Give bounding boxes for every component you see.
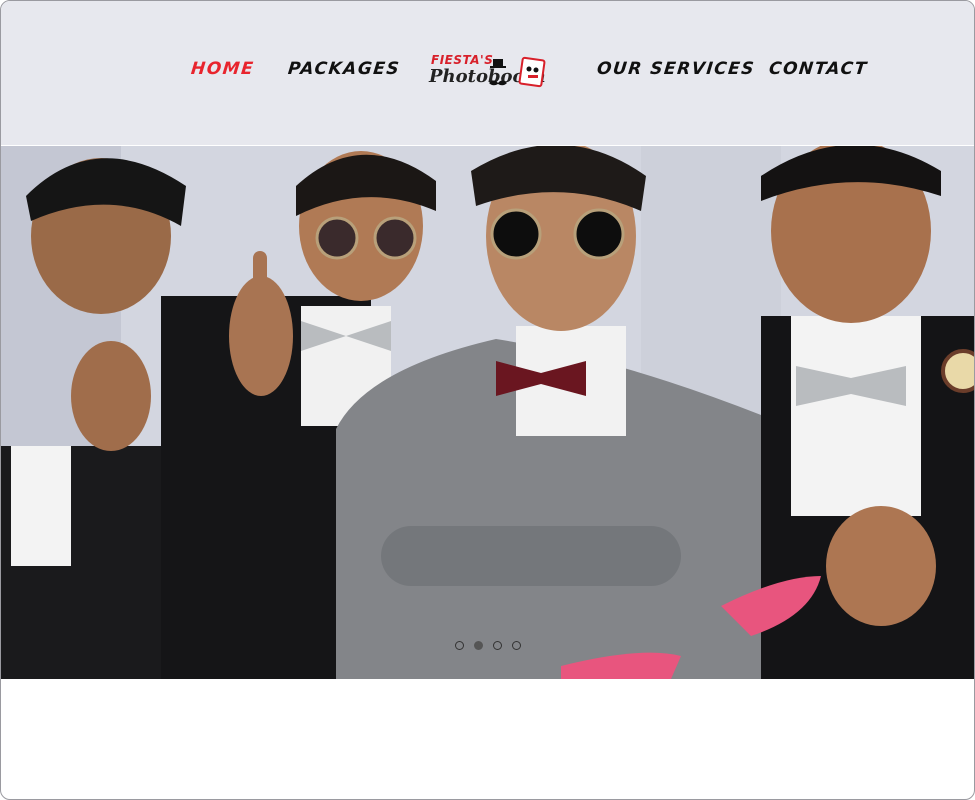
slide-dot-3[interactable] xyxy=(493,641,502,650)
nav-contact-link[interactable]: CONTACT xyxy=(768,59,869,79)
nav-our-services-link[interactable]: OUR SERVICES xyxy=(596,59,756,79)
nav-home-link[interactable]: HOME xyxy=(190,59,255,79)
slide-dot-2[interactable] xyxy=(474,641,483,650)
browser-frame: HOME PACKAGES FIESTA'S Photobooth OUR SE… xyxy=(0,0,975,800)
site-header: HOME PACKAGES FIESTA'S Photobooth OUR SE… xyxy=(1,1,974,145)
slide-dot-1[interactable] xyxy=(455,641,464,650)
slide-indicator xyxy=(455,641,521,650)
logo-graphic-icon xyxy=(489,56,546,88)
hero-slideshow[interactable] xyxy=(1,146,974,679)
slide-dot-4[interactable] xyxy=(512,641,521,650)
nav-packages-link[interactable]: PACKAGES xyxy=(287,59,401,79)
site-logo[interactable]: FIESTA'S Photobooth xyxy=(429,53,551,93)
photobooth-group-photo-icon xyxy=(1,146,974,679)
